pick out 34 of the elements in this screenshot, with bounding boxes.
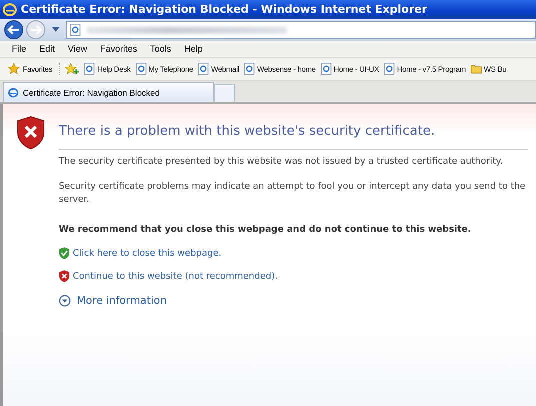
folder-icon [470,63,482,75]
link[interactable]: Click here to close this webpage. [73,248,222,258]
page-icon [136,63,147,75]
paragraph: Security certificate problems may indicate an attempt to fool you or intercept any data you send to the server. [59,181,527,207]
check-shield-icon [59,247,70,260]
window-title: Certificate Error: Navigation Blocked - Windows Internet Explorer [21,3,428,16]
browser-tab[interactable]: Certificate Error: Navigation Blocked [3,82,214,102]
browser-logo-icon [8,86,19,98]
x-shield-icon [59,270,70,283]
page-icon [320,63,332,75]
page-icon [244,63,256,75]
page-icon [70,24,81,36]
back-icon[interactable] [4,20,24,40]
link[interactable]: Continue to this website (not recommended). [73,272,278,282]
page-icon [198,63,210,75]
recommendation-text: We recommend that you close this webpage and do not continue to this website. [59,224,472,237]
more-information-link[interactable]: More information [77,295,167,307]
menu-item[interactable]: Help [184,44,203,54]
page-icon [384,63,396,75]
add-favorite-icon[interactable] [65,63,80,75]
expand-icon[interactable] [59,295,71,307]
menu-item[interactable]: Edit [40,44,56,54]
dropdown-icon[interactable] [52,27,60,33]
error-heading: There is a problem with this website's security certificate. [59,124,436,139]
menu-item[interactable]: Tools [150,44,172,54]
menu-item[interactable]: Favorites [100,44,138,54]
star-icon [8,63,20,75]
browser-logo-icon [3,2,17,16]
menu-item[interactable]: File [12,44,27,54]
error-shield-icon [17,116,45,150]
menu-item[interactable]: View [68,44,88,54]
page-icon [84,63,96,75]
address-field[interactable] [66,21,536,39]
paragraph: The security certificate presented by this website was not issued by a trusted certificate authority. [59,156,504,169]
